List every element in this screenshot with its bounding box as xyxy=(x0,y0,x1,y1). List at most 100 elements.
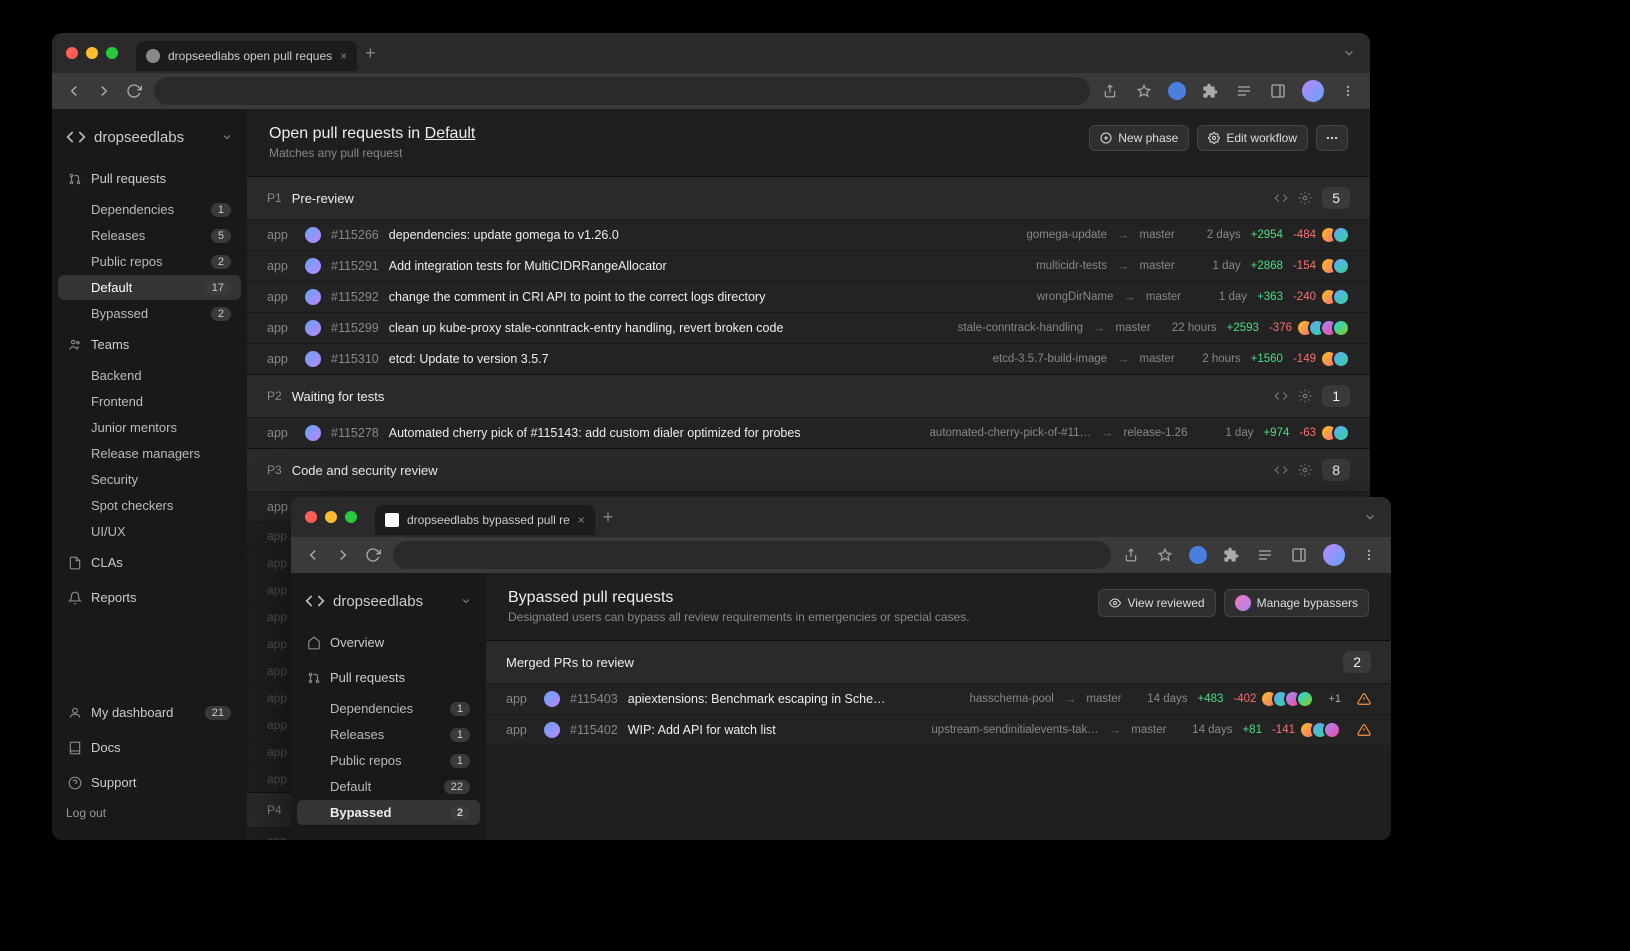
sidebar-item-bypassed[interactable]: Bypassed2 xyxy=(58,301,241,326)
pr-row[interactable]: app#115292change the comment in CRI API … xyxy=(247,281,1370,312)
share-icon[interactable] xyxy=(1100,81,1120,101)
sidebar-docs[interactable]: Docs xyxy=(58,734,241,761)
browser-tab[interactable]: dropseedlabs bypassed pull re × xyxy=(375,505,595,535)
more-button[interactable] xyxy=(1316,125,1348,151)
code-icon[interactable] xyxy=(1274,191,1288,205)
gear-icon[interactable] xyxy=(1298,191,1312,205)
sidebar-team-spot-checkers[interactable]: Spot checkers xyxy=(58,493,241,518)
code-icon[interactable] xyxy=(1274,463,1288,477)
menu-icon[interactable] xyxy=(1359,545,1379,565)
sidebar-item-dependencies[interactable]: Dependencies1 xyxy=(58,197,241,222)
sidebar-support[interactable]: Support xyxy=(58,769,241,796)
new-phase-button[interactable]: New phase xyxy=(1089,125,1189,151)
tab-list-button[interactable] xyxy=(1363,510,1377,524)
arrow-icon: → xyxy=(1117,352,1130,366)
tab-list-button[interactable] xyxy=(1342,46,1356,60)
sidepanel-icon[interactable] xyxy=(1289,545,1309,565)
sidebar-item-public-repos[interactable]: Public repos2 xyxy=(58,249,241,274)
new-tab-button[interactable]: + xyxy=(603,507,614,528)
gear-icon[interactable] xyxy=(1298,463,1312,477)
view-reviewed-button[interactable]: View reviewed xyxy=(1098,589,1215,617)
reload-button[interactable] xyxy=(363,545,383,565)
sidebar-overview[interactable]: Overview xyxy=(297,629,480,656)
minimize-window-button[interactable] xyxy=(86,47,98,59)
sidebar-logout[interactable]: Log out xyxy=(52,800,247,826)
pr-deletions: -376 xyxy=(1269,322,1292,334)
extensions-icon[interactable] xyxy=(1221,545,1241,565)
close-tab-button[interactable]: × xyxy=(578,513,585,527)
reload-button[interactable] xyxy=(124,81,144,101)
bookmark-icon[interactable] xyxy=(1134,81,1154,101)
browser-tab[interactable]: dropseedlabs open pull reques × xyxy=(136,41,357,71)
profile-avatar[interactable] xyxy=(1323,544,1345,566)
avatar xyxy=(1332,288,1350,306)
pr-row[interactable]: app#115299clean up kube-proxy stale-conn… xyxy=(247,312,1370,343)
maximize-window-button[interactable] xyxy=(345,511,357,523)
sidebar-item-dependencies[interactable]: Dependencies1 xyxy=(297,696,480,721)
forward-button[interactable] xyxy=(333,545,353,565)
org-switcher[interactable]: dropseedlabs xyxy=(52,123,247,161)
sidebar-dashboard[interactable]: My dashboard 21 xyxy=(58,699,241,726)
gear-icon[interactable] xyxy=(1298,389,1312,403)
pr-row[interactable]: app#115402WIP: Add API for watch listups… xyxy=(486,714,1391,745)
sidebar-item-label: Release managers xyxy=(91,446,231,461)
sidebar-team-ui-ux[interactable]: UI/UX xyxy=(58,519,241,544)
sidebar-pull-requests[interactable]: Pull requests xyxy=(297,664,480,691)
workflow-link[interactable]: Default xyxy=(425,125,476,142)
menu-icon[interactable] xyxy=(1338,81,1358,101)
minimize-window-button[interactable] xyxy=(325,511,337,523)
sidebar-item-releases[interactable]: Releases5 xyxy=(58,223,241,248)
sidebar-pull-requests[interactable]: Pull requests xyxy=(58,165,241,192)
back-button[interactable] xyxy=(64,81,84,101)
pr-row[interactable]: app#115403apiextensions: Benchmark escap… xyxy=(486,683,1391,714)
pr-additions: +2593 xyxy=(1227,322,1259,334)
manage-bypassers-button[interactable]: Manage bypassers xyxy=(1224,589,1369,617)
sidebar-reports[interactable]: Reports xyxy=(58,584,241,611)
close-window-button[interactable] xyxy=(66,47,78,59)
password-manager-icon[interactable] xyxy=(1168,82,1186,100)
pr-row[interactable]: app#115310etcd: Update to version 3.5.7e… xyxy=(247,343,1370,374)
forward-button[interactable] xyxy=(94,81,114,101)
password-manager-icon[interactable] xyxy=(1189,546,1207,564)
pr-target: master xyxy=(1146,291,1181,303)
sidebar-team-frontend[interactable]: Frontend xyxy=(58,389,241,414)
pr-branch: etcd-3.5.7-build-image xyxy=(993,353,1107,365)
reading-list-icon[interactable] xyxy=(1255,545,1275,565)
edit-workflow-button[interactable]: Edit workflow xyxy=(1197,125,1308,151)
url-bar[interactable] xyxy=(393,541,1111,569)
sidepanel-icon[interactable] xyxy=(1268,81,1288,101)
pr-author-avatar xyxy=(544,691,560,707)
sidebar-team-backend[interactable]: Backend xyxy=(58,363,241,388)
code-icon[interactable] xyxy=(1274,389,1288,403)
sidebar-item-public-repos[interactable]: Public repos1 xyxy=(297,748,480,773)
sidebar-item-releases[interactable]: Releases1 xyxy=(297,722,480,747)
sidebar-item-bypassed[interactable]: Bypassed2 xyxy=(297,800,480,825)
back-button[interactable] xyxy=(303,545,323,565)
pr-row[interactable]: app#115266dependencies: update gomega to… xyxy=(247,219,1370,250)
pr-deletions: -63 xyxy=(1299,427,1316,439)
org-switcher[interactable]: dropseedlabs xyxy=(291,587,486,625)
pr-row[interactable]: app#115278Automated cherry pick of #1151… xyxy=(247,417,1370,448)
pr-reviewers xyxy=(1266,690,1314,708)
pr-title: Add integration tests for MultiCIDRRange… xyxy=(389,259,667,273)
sidebar-item-default[interactable]: Default17 xyxy=(58,275,241,300)
share-icon[interactable] xyxy=(1121,545,1141,565)
close-window-button[interactable] xyxy=(305,511,317,523)
sidebar-label: Teams xyxy=(91,337,231,352)
sidebar-team-release-managers[interactable]: Release managers xyxy=(58,441,241,466)
sidebar-teams[interactable]: Teams xyxy=(58,331,241,358)
sidebar-clas[interactable]: CLAs xyxy=(58,549,241,576)
close-tab-button[interactable]: × xyxy=(340,49,347,63)
url-bar[interactable] xyxy=(154,77,1090,105)
sidebar-team-junior-mentors[interactable]: Junior mentors xyxy=(58,415,241,440)
maximize-window-button[interactable] xyxy=(106,47,118,59)
reading-list-icon[interactable] xyxy=(1234,81,1254,101)
extensions-icon[interactable] xyxy=(1200,81,1220,101)
sidebar-item-label: Spot checkers xyxy=(91,498,231,513)
sidebar-item-default[interactable]: Default22 xyxy=(297,774,480,799)
new-tab-button[interactable]: + xyxy=(365,43,376,64)
profile-avatar[interactable] xyxy=(1302,80,1324,102)
sidebar-team-security[interactable]: Security xyxy=(58,467,241,492)
pr-row[interactable]: app#115291Add integration tests for Mult… xyxy=(247,250,1370,281)
bookmark-icon[interactable] xyxy=(1155,545,1175,565)
